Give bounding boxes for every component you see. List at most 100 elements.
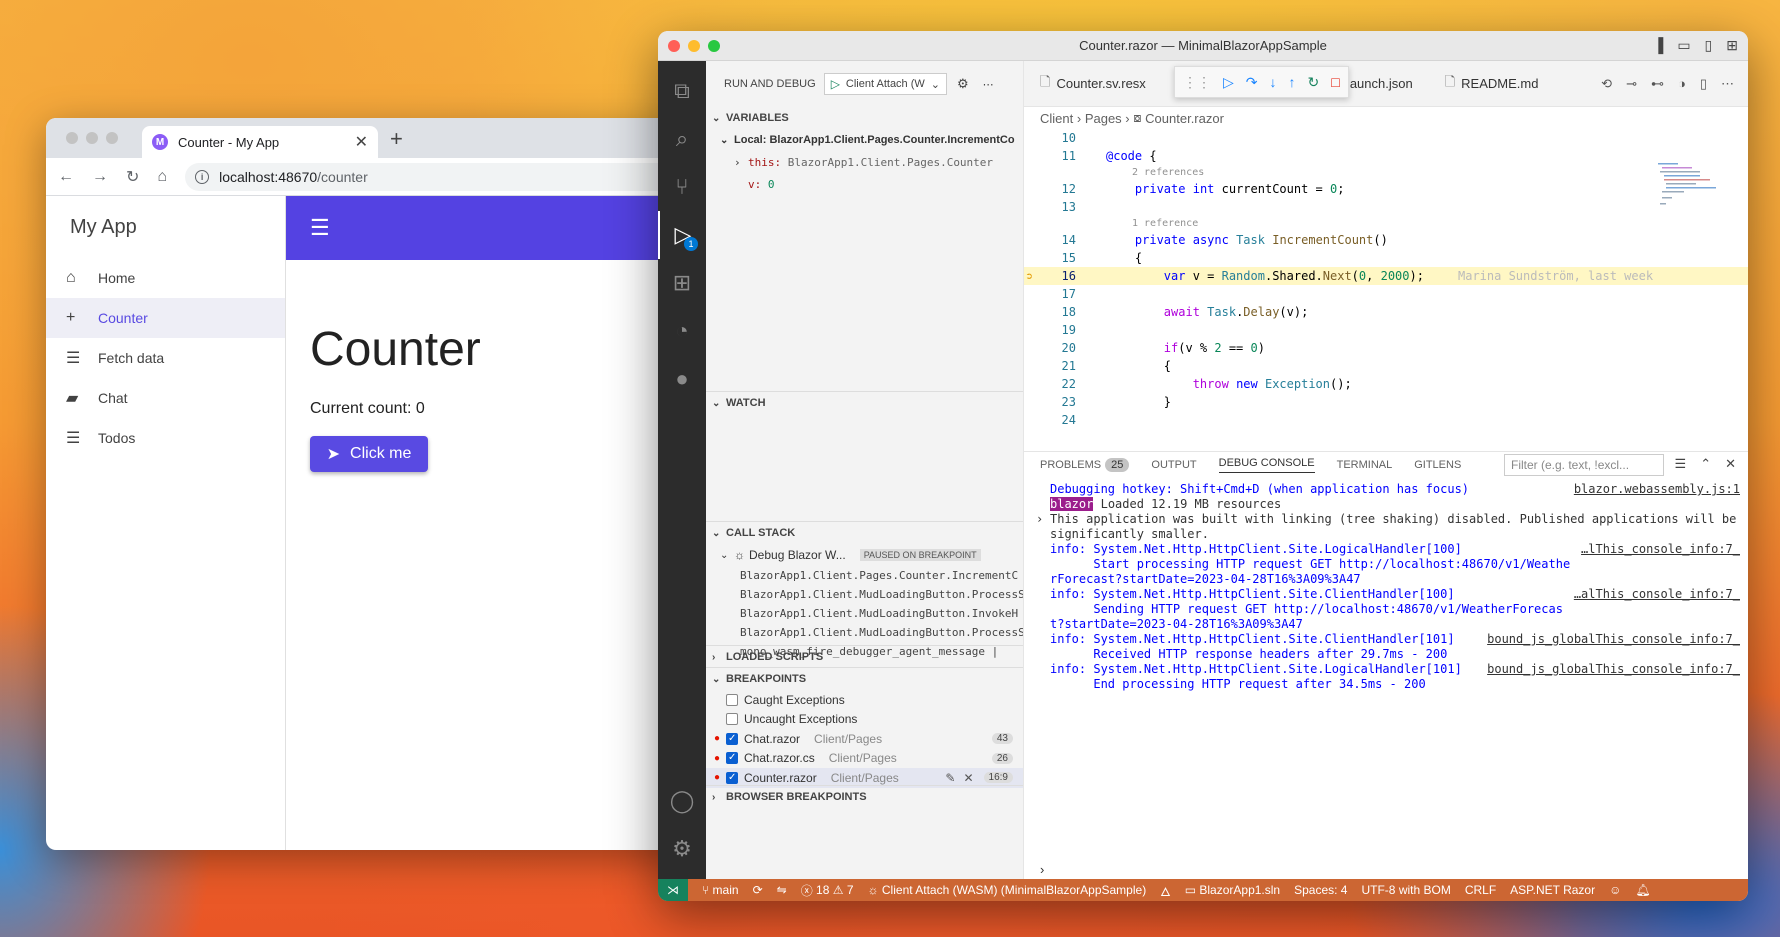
- code-editor[interactable]: 10 11 @code {2 references 12 private int cu…: [1024, 129, 1748, 429]
- sync-icon[interactable]: ⟳: [753, 883, 763, 897]
- breadcrumb-item[interactable]: Client: [1040, 111, 1073, 126]
- minimize-traffic-light[interactable]: [86, 132, 98, 144]
- console-source-link[interactable]: …alThis_console_info:7_: [1574, 587, 1740, 602]
- line-number[interactable]: 17: [1024, 287, 1076, 301]
- line-number[interactable]: 24: [1024, 413, 1076, 427]
- line-number[interactable]: 14: [1024, 233, 1076, 247]
- call-stack-frame[interactable]: BlazorApp1.Client.Pages.Counter.Incremen…: [706, 566, 1023, 585]
- problems-status[interactable]: ⓧ 18 ⚠ 7: [801, 882, 854, 899]
- breadcrumb-item[interactable]: Pages: [1085, 111, 1122, 126]
- git-graph-icon[interactable]: ⇋: [777, 883, 787, 897]
- variables-scope[interactable]: ⌄ Local: BlazorApp1.Client.Pages.Counter.…: [706, 129, 1023, 151]
- console-filter-input[interactable]: Filter (e.g. text, !excl...: [1504, 454, 1664, 476]
- line-number[interactable]: 19: [1024, 323, 1076, 337]
- click-me-button[interactable]: ➤ Click me: [310, 436, 428, 472]
- continue-icon[interactable]: ▷: [1223, 74, 1234, 91]
- drag-handle-icon[interactable]: ⋮⋮: [1183, 74, 1211, 91]
- breakpoint-item[interactable]: ● Chat.razor Client/Pages 43: [706, 729, 1023, 749]
- nav-link-fetch-data[interactable]: ☰ Fetch data: [46, 338, 285, 378]
- zoom-traffic-light[interactable]: [708, 40, 720, 52]
- remote-icon[interactable]: ⋊: [658, 879, 688, 901]
- extensions-icon[interactable]: ⊞: [658, 259, 706, 307]
- branch-status[interactable]: ⑂ main: [702, 883, 739, 897]
- start-debug-icon[interactable]: ▷: [831, 77, 840, 91]
- line-number[interactable]: 12: [1024, 182, 1076, 196]
- stop-icon[interactable]: □: [1331, 74, 1339, 90]
- panel-tab-debug-console[interactable]: DEBUG CONSOLE: [1218, 457, 1315, 473]
- line-number[interactable]: 20: [1024, 341, 1076, 355]
- call-stack-thread[interactable]: ⌄ ☼ Debug Blazor W... PAUSED ON BREAKPOIN…: [706, 544, 1023, 566]
- clear-console-icon[interactable]: ☰: [1675, 456, 1687, 472]
- restart-icon[interactable]: ↻: [1308, 74, 1320, 91]
- breakpoint-checkbox[interactable]: [726, 752, 738, 765]
- run-debug-icon[interactable]: ▷ 1: [658, 211, 706, 259]
- panel-tab-gitlens[interactable]: GITLENS: [1414, 459, 1461, 471]
- expand-chevron-icon[interactable]: ›: [1036, 512, 1043, 527]
- notifications-icon[interactable]: 🔔︎: [1635, 883, 1650, 897]
- nav-link-counter[interactable]: + Counter: [46, 298, 285, 338]
- forward-icon[interactable]: →: [92, 168, 108, 186]
- more-actions-icon[interactable]: ⋯: [1721, 76, 1734, 92]
- split-editor-icon[interactable]: ▯: [1700, 76, 1707, 92]
- close-traffic-light[interactable]: [66, 132, 78, 144]
- remove-breakpoint-icon[interactable]: ✕: [963, 771, 973, 785]
- nav-link-home[interactable]: ⌂ Home: [46, 258, 285, 298]
- codelens-references[interactable]: 2 references: [1024, 165, 1748, 180]
- language-status[interactable]: ASP.NET Razor: [1510, 883, 1595, 897]
- indent-status[interactable]: Spaces: 4: [1294, 883, 1347, 897]
- close-traffic-light[interactable]: [668, 40, 680, 52]
- editor-tab[interactable]: 🗋 README.md: [1429, 61, 1555, 107]
- solution-status[interactable]: ▭ BlazorApp1.sln: [1185, 883, 1280, 897]
- call-stack-frame[interactable]: BlazorApp1.Client.MudLoadingButton.Proce…: [706, 585, 1023, 604]
- console-source-link[interactable]: bound_js_globalThis_console_info:7_: [1487, 662, 1740, 677]
- toggle-panel-icon[interactable]: ▭: [1677, 37, 1690, 54]
- step-out-icon[interactable]: ↑: [1289, 74, 1296, 90]
- line-number[interactable]: 15: [1024, 251, 1076, 265]
- settings-gear-icon[interactable]: ⚙: [658, 825, 706, 873]
- breakpoint-item[interactable]: Uncaught Exceptions: [706, 710, 1023, 730]
- breakpoints-header[interactable]: ⌄ BREAKPOINTS: [706, 668, 1023, 690]
- more-actions-icon[interactable]: ⋯: [983, 78, 994, 91]
- edit-breakpoint-icon[interactable]: ✎: [945, 771, 955, 785]
- line-number[interactable]: 13: [1024, 200, 1076, 214]
- flame-icon[interactable]: 🜂: [1160, 878, 1171, 902]
- url-field[interactable]: i localhost:48670/counter: [185, 162, 674, 191]
- encoding-status[interactable]: UTF-8 with BOM: [1361, 883, 1450, 897]
- minimap[interactable]: [1656, 161, 1736, 221]
- browser-tab[interactable]: M Counter - My App ✕: [142, 126, 378, 158]
- variable-v[interactable]: v: 0: [706, 173, 1023, 195]
- reload-icon[interactable]: ↻: [126, 167, 139, 187]
- watch-header[interactable]: ⌄ WATCH: [706, 392, 1023, 414]
- search-icon[interactable]: ⌕: [658, 115, 706, 163]
- console-source-link[interactable]: bound_js_globalThis_console_info:7_: [1487, 632, 1740, 647]
- variables-header[interactable]: ⌄ VARIABLES: [706, 107, 1023, 129]
- call-stack-frame[interactable]: BlazorApp1.Client.MudLoadingButton.Proce…: [706, 623, 1023, 642]
- source-control-icon[interactable]: ⑂: [658, 163, 706, 211]
- console-input-prompt[interactable]: ›: [1040, 862, 1044, 877]
- close-tab-icon[interactable]: ✕: [355, 132, 368, 152]
- close-panel-icon[interactable]: ✕: [1725, 456, 1736, 472]
- line-number[interactable]: 21: [1024, 359, 1076, 373]
- call-stack-header[interactable]: ⌄ CALL STACK: [706, 522, 1023, 544]
- line-number[interactable]: 22: [1024, 377, 1076, 391]
- console-source-link[interactable]: …lThis_console_info:7_: [1581, 542, 1740, 557]
- site-info-icon[interactable]: i: [195, 169, 210, 184]
- back-icon[interactable]: ←: [58, 168, 74, 186]
- debug-settings-gear-icon[interactable]: ⚙: [957, 76, 969, 92]
- minimize-traffic-light[interactable]: [688, 40, 700, 52]
- launch-config-select[interactable]: ▷ Client Attach (W ⌄: [823, 73, 947, 95]
- debug-status[interactable]: ☼ Client Attach (WASM) (MinimalBlazorApp…: [868, 883, 1147, 897]
- panel-tab-problems[interactable]: PROBLEMS 25: [1040, 458, 1130, 472]
- customize-layout-icon[interactable]: ⊞: [1726, 37, 1738, 54]
- breakpoint-item[interactable]: Caught Exceptions: [706, 690, 1023, 710]
- gitlens-blame-icon[interactable]: ◑: [1678, 76, 1686, 92]
- home-icon[interactable]: ⌂: [157, 168, 167, 186]
- breakpoint-checkbox[interactable]: [726, 693, 738, 706]
- feedback-icon[interactable]: ☺: [1609, 883, 1621, 897]
- nav-link-todos[interactable]: ☰ Todos: [46, 418, 285, 458]
- panel-tab-output[interactable]: OUTPUT: [1151, 459, 1196, 471]
- breakpoint-checkbox[interactable]: [726, 732, 738, 745]
- breakpoint-checkbox[interactable]: [726, 771, 738, 784]
- browser-breakpoints-header[interactable]: › BROWSER BREAKPOINTS: [706, 786, 1023, 808]
- call-stack-frame[interactable]: BlazorApp1.Client.MudLoadingButton.Invok…: [706, 604, 1023, 623]
